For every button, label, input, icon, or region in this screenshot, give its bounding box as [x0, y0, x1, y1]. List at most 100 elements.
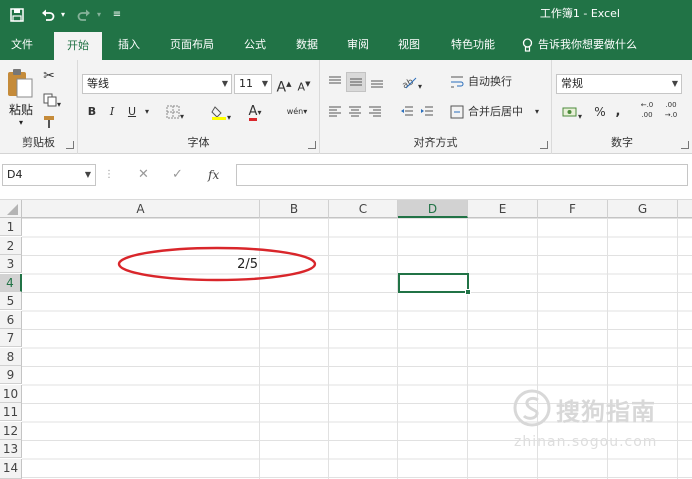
- column-header-c[interactable]: C: [329, 200, 398, 218]
- redo-icon[interactable]: [76, 0, 92, 30]
- alignment-launcher-icon[interactable]: [540, 141, 548, 149]
- row-header-6[interactable]: 6: [0, 310, 22, 329]
- format-painter-icon[interactable]: [40, 112, 58, 132]
- fill-handle[interactable]: [465, 289, 471, 295]
- row-header-10[interactable]: 10: [0, 384, 22, 403]
- font-color-button[interactable]: A▾: [240, 102, 270, 122]
- tab-data[interactable]: 数据: [286, 30, 328, 60]
- undo-icon[interactable]: [40, 0, 56, 30]
- increase-decimal-button[interactable]: ←.0 .00: [636, 100, 658, 124]
- column-header-f[interactable]: F: [538, 200, 608, 218]
- accounting-format-button[interactable]: ▾: [556, 102, 588, 122]
- select-all-button[interactable]: [0, 200, 22, 218]
- column-header-e[interactable]: E: [468, 200, 538, 218]
- currency-icon: [562, 107, 577, 117]
- row-header-4[interactable]: 4: [0, 273, 22, 292]
- row-header-14[interactable]: 14: [0, 458, 22, 479]
- decrease-font-button[interactable]: A▼: [296, 74, 312, 94]
- save-icon[interactable]: [8, 0, 26, 30]
- tab-page-layout[interactable]: 页面布局: [160, 30, 224, 60]
- underline-dropdown-icon[interactable]: ▾: [142, 102, 152, 122]
- increase-decimal-bottom: .00: [641, 111, 653, 119]
- number-format-select[interactable]: 常规 ▼: [556, 74, 682, 94]
- tab-formulas[interactable]: 公式: [234, 30, 276, 60]
- merge-center-button[interactable]: 合并后居中: [468, 102, 530, 122]
- tab-review[interactable]: 审阅: [337, 30, 379, 60]
- spreadsheet-grid: A B C D E F G 1 2 3 4 5 6 7 8 9 10 11 12…: [0, 200, 692, 479]
- copy-icon[interactable]: ▾: [40, 90, 64, 110]
- bold-button[interactable]: B: [84, 102, 100, 122]
- customize-toolbar-icon[interactable]: ≡: [110, 0, 124, 30]
- wrap-text-button[interactable]: 自动换行: [468, 72, 520, 92]
- enter-icon[interactable]: ✓: [172, 164, 188, 186]
- align-bottom-icon[interactable]: [368, 72, 386, 92]
- formula-input[interactable]: [236, 164, 688, 186]
- insert-function-icon[interactable]: fx: [208, 164, 228, 186]
- row-header-8[interactable]: 8: [0, 347, 22, 366]
- increase-indent-icon[interactable]: [418, 102, 436, 122]
- paste-button[interactable]: 粘贴 ▾: [6, 68, 36, 127]
- comma-button[interactable]: ,: [612, 102, 624, 122]
- italic-button[interactable]: I: [104, 102, 120, 122]
- undo-dropdown-icon[interactable]: ▾: [58, 0, 68, 30]
- column-header-d[interactable]: D: [398, 200, 468, 218]
- tab-special-features[interactable]: 特色功能: [440, 30, 506, 60]
- merge-center-icon: [450, 102, 464, 122]
- clipboard-launcher-icon[interactable]: [66, 141, 74, 149]
- align-right-icon[interactable]: [366, 102, 384, 122]
- increase-font-button[interactable]: A▲: [276, 74, 292, 96]
- column-header-g[interactable]: G: [608, 200, 678, 218]
- row-header-5[interactable]: 5: [0, 292, 22, 310]
- border-button[interactable]: ▾: [162, 102, 188, 122]
- redo-dropdown-icon[interactable]: ▾: [94, 0, 104, 30]
- tab-file[interactable]: 文件: [2, 30, 42, 60]
- tab-home[interactable]: 开始: [54, 32, 102, 60]
- wrap-text-icon: [450, 72, 464, 92]
- percent-button[interactable]: %: [592, 102, 608, 122]
- formula-bar: D4 ▼ ⋮ ✕ ✓ fx: [0, 154, 692, 200]
- row-header-13[interactable]: 13: [0, 440, 22, 458]
- row-header-1[interactable]: 1: [0, 218, 22, 236]
- tab-insert[interactable]: 插入: [108, 30, 150, 60]
- row-header-11[interactable]: 11: [0, 403, 22, 421]
- lightbulb-icon: [520, 30, 534, 60]
- underline-button[interactable]: U: [124, 102, 140, 122]
- row-header-7[interactable]: 7: [0, 329, 22, 347]
- decrease-decimal-button[interactable]: .00 →.0: [660, 100, 682, 124]
- watermark: 搜狗指南 zhinan.sogou.com: [512, 388, 688, 458]
- phonetic-button[interactable]: wén▾: [282, 102, 312, 122]
- align-center-icon[interactable]: [346, 102, 364, 122]
- column-header-h[interactable]: [678, 200, 692, 218]
- number-format-value: 常规: [561, 77, 583, 90]
- merge-dropdown-icon[interactable]: ▾: [532, 102, 542, 122]
- font-launcher-icon[interactable]: [308, 141, 316, 149]
- red-annotation-ellipse: [117, 246, 317, 282]
- svg-text:ab: ab: [402, 77, 416, 89]
- number-launcher-icon[interactable]: [681, 141, 689, 149]
- cancel-icon[interactable]: ✕: [138, 164, 154, 186]
- tell-me-search[interactable]: 告诉我你想要做什么: [538, 30, 648, 60]
- font-name-select[interactable]: 等线 ▼: [82, 74, 232, 94]
- align-top-icon[interactable]: [326, 72, 344, 92]
- tab-view[interactable]: 视图: [388, 30, 430, 60]
- row-header-12[interactable]: 12: [0, 421, 22, 440]
- orientation-icon[interactable]: ab ▾: [398, 72, 426, 92]
- fill-color-button[interactable]: ▾: [206, 102, 236, 122]
- decrease-indent-icon[interactable]: [398, 102, 416, 122]
- active-cell-d4[interactable]: [398, 273, 471, 295]
- row-header-3[interactable]: 3: [0, 255, 22, 273]
- cut-icon[interactable]: ✂: [40, 66, 58, 86]
- align-left-icon[interactable]: [326, 102, 344, 122]
- name-box-value: D4: [7, 168, 23, 181]
- row-header-2[interactable]: 2: [0, 236, 22, 255]
- phonetic-icon: wén: [286, 107, 304, 116]
- column-header-b[interactable]: B: [260, 200, 329, 218]
- align-middle-icon[interactable]: [346, 72, 366, 92]
- column-header-a[interactable]: A: [22, 200, 260, 218]
- row-header-9[interactable]: 9: [0, 366, 22, 384]
- formula-bar-grip-icon: ⋮: [104, 169, 114, 180]
- font-size-select[interactable]: 11 ▼: [234, 74, 272, 94]
- alignment-group-label: 对齐方式: [413, 136, 458, 149]
- name-box[interactable]: D4 ▼: [2, 164, 96, 186]
- paste-dropdown-icon[interactable]: ▾: [6, 118, 36, 127]
